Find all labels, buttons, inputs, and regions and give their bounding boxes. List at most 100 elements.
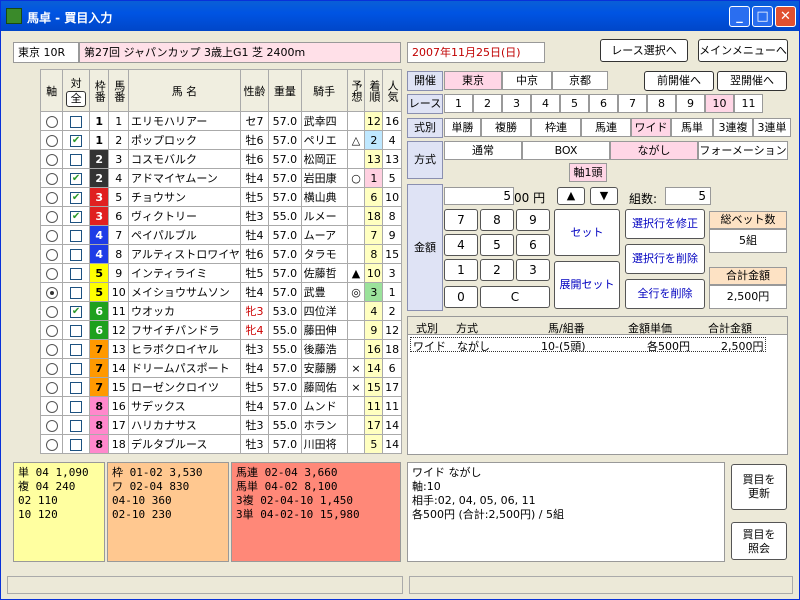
venue-tokyo[interactable]: 東京 [444, 71, 502, 90]
horse-row[interactable]: 6 12 フサイチパンドラ 牝4 55.0 藤田伸 9 12 [39, 320, 402, 340]
key-0[interactable]: 0 [444, 286, 478, 308]
method-box[interactable]: BOX [522, 141, 610, 160]
prediction-mark[interactable]: × [346, 377, 366, 397]
maximize-button[interactable]: □ [752, 6, 773, 27]
prediction-mark[interactable] [346, 301, 366, 321]
prediction-mark[interactable] [346, 111, 366, 131]
delete-row-button[interactable]: 選択行を削除 [625, 244, 705, 274]
target-checkbox[interactable] [70, 324, 83, 337]
bettype-button[interactable]: 単勝 [444, 118, 481, 137]
key-2[interactable]: 2 [480, 259, 514, 281]
modify-row-button[interactable]: 選択行を修正 [625, 209, 705, 239]
axis-radio[interactable] [45, 324, 58, 337]
minimize-button[interactable]: _ [729, 6, 750, 27]
horse-row[interactable]: ✔ 2 4 アドマイヤムーン 牡4 57.0 岩田康 ○ 1 5 [39, 168, 402, 188]
bettype-button[interactable]: 馬連 [581, 118, 631, 137]
inquiry-bet-button[interactable]: 買目を 照会 [731, 522, 787, 560]
horse-row[interactable]: ✔ 3 6 ヴィクトリー 牡3 55.0 ルメー 18 8 [39, 206, 402, 226]
bettype-button[interactable]: 複勝 [481, 118, 531, 137]
axis-radio[interactable] [45, 153, 58, 166]
key-5[interactable]: 5 [480, 234, 514, 256]
race-button-10[interactable]: 10 [705, 94, 734, 113]
race-button-1[interactable]: 1 [444, 94, 473, 113]
horse-row[interactable]: 7 14 ドリームパスポート 牡4 57.0 安藤勝 × 14 6 [39, 358, 402, 378]
key-6[interactable]: 6 [516, 234, 550, 256]
set-button[interactable]: セット [554, 209, 620, 256]
prediction-mark[interactable]: ○ [346, 168, 366, 188]
target-checkbox[interactable] [70, 381, 83, 394]
axis-radio[interactable] [45, 115, 58, 128]
key-9[interactable]: 9 [516, 209, 550, 231]
venue-chukyo[interactable]: 中京 [502, 71, 552, 90]
horse-row[interactable]: ✔ 6 11 ウオッカ 牝3 53.0 四位洋 4 2 [39, 301, 402, 321]
prediction-mark[interactable] [346, 225, 366, 245]
key-3[interactable]: 3 [516, 259, 550, 281]
target-checkbox[interactable] [70, 153, 83, 166]
axis-radio[interactable] [45, 229, 58, 242]
axis-radio[interactable] [45, 419, 58, 432]
horse-row[interactable]: 8 17 ハリカナサス 牡3 55.0 ホラン 17 14 [39, 415, 402, 435]
bettype-button[interactable]: 3連複 [713, 118, 753, 137]
horse-row[interactable]: 8 16 サデックス 牡4 57.0 ムンド 11 11 [39, 396, 402, 416]
horse-row[interactable]: ✔ 1 2 ポップロック 牡6 57.0 ペリエ △ 2 4 [39, 130, 402, 150]
horse-row[interactable]: 8 18 デルタブルース 牡3 57.0 川田将 5 14 [39, 434, 402, 454]
race-button-5[interactable]: 5 [560, 94, 589, 113]
main-menu-button[interactable]: メインメニューへ [698, 39, 788, 62]
bettype-button[interactable]: 枠連 [531, 118, 581, 137]
race-button-8[interactable]: 8 [647, 94, 676, 113]
bettype-button[interactable]: 馬単 [671, 118, 713, 137]
horse-row[interactable]: 5 10 メイショウサムソン 牡4 57.0 武豊 ◎ 3 1 [39, 282, 402, 302]
race-button-11[interactable]: 11 [734, 94, 763, 113]
bettype-button[interactable]: ワイド [631, 118, 671, 137]
prediction-mark[interactable] [346, 339, 366, 359]
amount-down-button[interactable]: ▼ [590, 187, 618, 205]
target-checkbox[interactable]: ✔ [70, 305, 83, 318]
prediction-mark[interactable] [346, 206, 366, 226]
horse-row[interactable]: 7 15 ローゼンクロイツ 牡5 57.0 藤岡佑 × 15 17 [39, 377, 402, 397]
axis1-button[interactable]: 軸1頭 [569, 163, 607, 182]
target-checkbox[interactable]: ✔ [70, 191, 83, 204]
bet-list-row[interactable]: ワイド ながし 10-(5頭) 各500円 2,500円 [410, 337, 766, 353]
select-all-button[interactable]: 全 [66, 90, 87, 107]
prediction-mark[interactable] [346, 149, 366, 169]
key-clear[interactable]: C [480, 286, 550, 308]
target-checkbox[interactable]: ✔ [70, 172, 83, 185]
target-checkbox[interactable] [70, 115, 83, 128]
horse-row[interactable]: 1 1 エリモハリアー セ7 57.0 武幸四 12 16 [39, 111, 402, 131]
axis-radio[interactable] [45, 248, 58, 261]
horse-row[interactable]: 4 8 アルティストロワイヤ 牡6 57.0 タラモ 8 15 [39, 244, 402, 264]
axis-radio[interactable] [45, 362, 58, 375]
race-button-3[interactable]: 3 [502, 94, 531, 113]
prediction-mark[interactable] [346, 434, 366, 454]
prediction-mark[interactable]: △ [346, 130, 366, 150]
target-checkbox[interactable] [70, 229, 83, 242]
amount-up-button[interactable]: ▲ [557, 187, 585, 205]
axis-radio[interactable] [45, 172, 58, 185]
bettype-button[interactable]: 3連単 [753, 118, 791, 137]
method-normal[interactable]: 通常 [444, 141, 522, 160]
venue-kyoto[interactable]: 京都 [552, 71, 608, 90]
target-checkbox[interactable] [70, 362, 83, 375]
prediction-mark[interactable] [346, 415, 366, 435]
horse-row[interactable]: 4 7 ペイパルブル 牡4 57.0 ムーア 7 9 [39, 225, 402, 245]
horse-row[interactable]: 5 9 インティライミ 牡5 57.0 佐藤哲 ▲ 10 3 [39, 263, 402, 283]
update-bet-button[interactable]: 買目を 更新 [731, 464, 787, 510]
prediction-mark[interactable] [346, 187, 366, 207]
target-checkbox[interactable] [70, 267, 83, 280]
target-checkbox[interactable] [70, 343, 83, 356]
target-checkbox[interactable]: ✔ [70, 210, 83, 223]
target-checkbox[interactable] [70, 400, 83, 413]
axis-radio[interactable] [45, 438, 58, 451]
amount-input[interactable]: 5 [444, 187, 514, 205]
key-7[interactable]: 7 [444, 209, 478, 231]
axis-radio[interactable] [45, 191, 58, 204]
prediction-mark[interactable]: ▲ [346, 263, 366, 283]
race-select-button[interactable]: レース選択へ [600, 39, 688, 62]
prev-venue-button[interactable]: 前開催へ [644, 71, 714, 91]
axis-radio[interactable] [45, 343, 58, 356]
target-checkbox[interactable] [70, 438, 83, 451]
axis-radio[interactable] [45, 134, 58, 147]
horse-row[interactable]: 2 3 コスモバルク 牡6 57.0 松岡正 13 13 [39, 149, 402, 169]
close-button[interactable]: ✕ [775, 6, 796, 27]
axis-radio[interactable] [45, 381, 58, 394]
